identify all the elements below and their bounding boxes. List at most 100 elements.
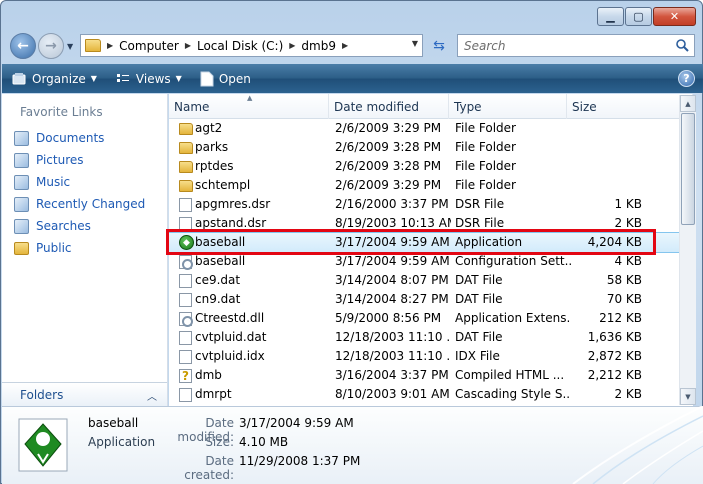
pictures-icon: [14, 152, 29, 168]
file-size-cell: 2,212 KB: [587, 368, 642, 382]
document-icon: [179, 350, 192, 364]
breadcrumb-separator-icon[interactable]: ▶: [289, 41, 295, 50]
file-date-cell: 12/18/2003 11:10 ...: [335, 349, 451, 363]
search-icon[interactable]: [675, 38, 689, 52]
file-row[interactable]: schtempl 2/6/2009 3:29 PM File Folder: [169, 176, 681, 195]
vertical-scrollbar[interactable]: ▲ ▼: [679, 95, 696, 405]
file-date-cell: 3/16/2004 3:37 PM: [335, 368, 449, 382]
column-header-date[interactable]: Date modified: [329, 94, 449, 119]
file-row[interactable]: rptdes 2/6/2009 3:28 PM File Folder: [169, 157, 681, 176]
chevron-down-icon: ▼: [175, 74, 182, 83]
recent-pages-dropdown[interactable]: ▼: [67, 42, 73, 51]
recently-changed-icon: [14, 196, 29, 212]
file-type-cell: DAT File: [455, 330, 503, 344]
column-header-type[interactable]: Type: [449, 94, 567, 119]
music-icon: [14, 174, 29, 190]
folder-icon: [179, 142, 193, 154]
file-type-cell: File Folder: [455, 140, 516, 154]
scroll-down-button[interactable]: ▼: [680, 388, 696, 405]
address-bar[interactable]: ▶ Computer ▶ Local Disk (C:) ▶ dmb9 ▶ ▼: [80, 34, 423, 57]
nav-link-label: Searches: [36, 219, 91, 233]
nav-link-documents[interactable]: Documents: [14, 127, 145, 149]
settings-file-icon: [179, 312, 193, 327]
document-icon: [179, 331, 192, 345]
file-size-cell: 212 KB: [599, 311, 642, 325]
file-row[interactable]: parks 2/6/2009 3:28 PM File Folder: [169, 138, 681, 157]
back-arrow-icon: ←: [17, 38, 29, 54]
file-row[interactable]: baseball 3/17/2004 9:59 AM Configuration S…: [169, 252, 681, 271]
file-row[interactable]: agt2 2/6/2009 3:29 PM File Folder: [169, 119, 681, 138]
column-type-label: Type: [454, 99, 482, 114]
maximize-button[interactable]: ▢: [625, 7, 652, 26]
back-button[interactable]: ←: [10, 33, 36, 59]
file-row[interactable]: cn9.dat 3/14/2004 8:27 PM DAT File 70 KB: [169, 290, 681, 309]
minimize-button[interactable]: ▁: [597, 7, 624, 26]
decorative-streaks: [572, 406, 703, 484]
forward-arrow-icon: →: [45, 38, 57, 54]
file-date-cell: 5/9/2000 8:56 PM: [335, 311, 442, 325]
column-header-size[interactable]: Size: [567, 94, 693, 119]
refresh-button[interactable]: ⇆: [426, 34, 452, 57]
file-name-text: dmrpt: [195, 387, 232, 401]
folders-label: Folders: [20, 387, 64, 402]
file-row[interactable]: apstand.dsr 8/19/2003 10:13 AM DSR File 2 K…: [169, 214, 681, 233]
open-button[interactable]: Open: [191, 64, 260, 93]
breadcrumb-separator-icon[interactable]: ▶: [185, 41, 191, 50]
nav-link-music[interactable]: Music: [14, 171, 145, 193]
file-type-cell: Application Extens...: [455, 311, 571, 325]
file-type-cell: Compiled HTML ...: [455, 368, 565, 382]
breadcrumb-local-disk[interactable]: Local Disk (C:): [197, 39, 283, 53]
file-size-cell: 58 KB: [606, 273, 642, 287]
forward-button[interactable]: →: [38, 33, 64, 59]
file-name-cell: dmrpt: [175, 385, 327, 404]
details-created-value: 11/29/2008 1:37 PM: [239, 454, 361, 468]
file-size-cell: [573, 138, 642, 157]
file-row[interactable]: dmrpt 8/10/2003 9:01 AM Cascading Style S.…: [169, 385, 681, 404]
scroll-thumb[interactable]: [681, 113, 695, 225]
help-file-icon: [179, 367, 192, 385]
file-date-cell: 2/6/2009 3:28 PM: [335, 140, 442, 154]
breadcrumb-separator-icon[interactable]: ▶: [342, 41, 348, 50]
details-size-label: Size:: [205, 435, 234, 449]
help-button[interactable]: ?: [678, 70, 695, 87]
file-name-cell: parks: [175, 138, 327, 157]
nav-link-recently-changed[interactable]: Recently Changed: [14, 193, 145, 215]
folder-icon: [85, 39, 101, 52]
file-date-cell: 3/14/2004 8:07 PM: [335, 273, 449, 287]
file-name-text: agt2: [195, 121, 223, 135]
file-row[interactable]: ce9.dat 3/14/2004 8:07 PM DAT File 58 KB: [169, 271, 681, 290]
file-row[interactable]: cvtpluid.dat 12/18/2003 11:10 ... DAT File…: [169, 328, 681, 347]
file-row[interactable]: Ctreestd.dll 5/9/2000 8:56 PM Application …: [169, 309, 681, 328]
scroll-up-button[interactable]: ▲: [680, 95, 696, 112]
column-date-label: Date modified: [334, 99, 420, 114]
file-type-cell: File Folder: [455, 178, 516, 192]
column-name-label: Name: [174, 99, 210, 114]
file-name-cell: schtempl: [175, 176, 327, 195]
file-row[interactable]: apgmres.dsr 2/16/2000 3:37 PM DSR File 1 KB: [169, 195, 681, 214]
nav-link-public[interactable]: Public: [14, 237, 145, 259]
column-header-name[interactable]: Name ▲: [169, 94, 329, 119]
file-row[interactable]: cvtpluid.idx 12/18/2003 11:10 ... IDX File…: [169, 347, 681, 366]
file-row[interactable]: dmb 3/16/2004 3:37 PM Compiled HTML ... 2,2…: [169, 366, 681, 385]
breadcrumb-computer[interactable]: Computer: [119, 39, 179, 53]
file-size-cell: 2,872 KB: [587, 349, 642, 363]
file-size-cell: 2 KB: [614, 387, 642, 401]
file-list: Name ▲ Date modified Type Size agt2 2/6/20…: [169, 94, 693, 406]
file-size-cell: 70 KB: [606, 292, 642, 306]
file-type-cell: Configuration Sett...: [455, 254, 571, 268]
organize-menu[interactable]: Organize ▼: [2, 64, 106, 93]
folders-toggle[interactable]: Folders ︿: [2, 382, 167, 406]
breadcrumb-separator-icon[interactable]: ▶: [107, 41, 113, 50]
nav-link-searches[interactable]: Searches: [14, 215, 145, 237]
file-date-cell: 2/6/2009 3:28 PM: [335, 159, 442, 173]
views-menu[interactable]: Views ▼: [106, 64, 191, 93]
close-button[interactable]: ✕: [653, 7, 696, 26]
file-row[interactable]: baseball 3/17/2004 9:59 AM Application 4,20…: [169, 232, 682, 253]
details-modified-value: 3/17/2004 9:59 AM: [239, 416, 354, 430]
file-date-cell: 8/19/2003 10:13 AM: [335, 216, 451, 230]
nav-link-pictures[interactable]: Pictures: [14, 149, 145, 171]
breadcrumb-dmb9[interactable]: dmb9: [301, 39, 336, 53]
address-dropdown-icon[interactable]: ▼: [412, 39, 418, 48]
file-name-cell: cn9.dat: [175, 290, 327, 309]
search-input[interactable]: Search: [457, 34, 695, 57]
